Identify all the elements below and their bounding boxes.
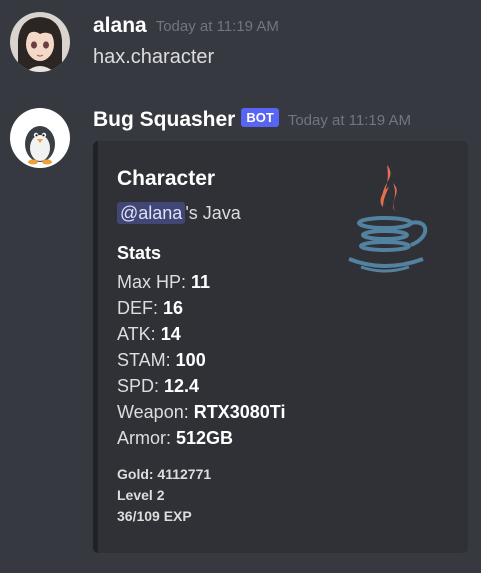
user-mention[interactable]: @alana: [117, 202, 186, 224]
stat-label: STAM:: [117, 350, 176, 370]
stat-value: RTX3080Ti: [193, 402, 286, 422]
stat-value: 12.4: [164, 376, 200, 396]
embed-description: @alana's Java: [117, 202, 241, 224]
stat-max-hp: Max HP: 11: [117, 269, 285, 295]
stat-label: SPD:: [117, 376, 165, 396]
message-content: hax.character: [93, 46, 215, 68]
stats-list: Max HP: 11 DEF: 16 ATK: 14 STAM: 100 SPD…: [117, 269, 285, 451]
stat-label: Armor:: [117, 428, 177, 448]
timestamp: Today at 11:19 AM: [287, 111, 411, 129]
stat-label: DEF:: [117, 298, 164, 318]
avatar[interactable]: [10, 108, 70, 168]
message-header: Bug Squasher BOT Today at 11:19 AM: [93, 107, 411, 132]
stats-title: Stats: [117, 243, 162, 263]
stat-def: DEF: 16: [117, 295, 285, 321]
stat-spd: SPD: 12.4: [117, 373, 285, 399]
stat-value: 16: [163, 298, 184, 318]
exp-line: 36/109 EXP: [117, 508, 192, 524]
message-header: alana Today at 11:19 AM: [93, 14, 279, 38]
stat-value: 11: [191, 272, 211, 292]
timestamp: Today at 11:19 AM: [155, 17, 279, 35]
stat-armor: Armor: 512GB: [117, 425, 285, 451]
gold-line: Gold: 4112771: [117, 466, 212, 482]
stat-value: 100: [175, 350, 206, 370]
stat-label: Weapon:: [117, 402, 194, 422]
java-logo-icon[interactable]: [343, 161, 435, 281]
level-line: Level 2: [117, 487, 165, 503]
embed-footer-lines: Gold: 4112771 Level 2 36/109 EXP: [117, 464, 211, 527]
avatar[interactable]: [10, 12, 70, 72]
stat-weapon: Weapon: RTX3080Ti: [117, 399, 285, 425]
embed-title: Character: [117, 167, 216, 190]
username[interactable]: Bug Squasher: [93, 108, 235, 131]
stat-label: Max HP:: [117, 272, 192, 292]
stat-label: ATK:: [117, 324, 161, 344]
stat-atk: ATK: 14: [117, 321, 285, 347]
username[interactable]: alana: [93, 14, 147, 37]
stat-value: 512GB: [176, 428, 234, 448]
stat-stam: STAM: 100: [117, 347, 285, 373]
mention-suffix: 's Java: [185, 203, 241, 223]
bot-tag: BOT: [241, 107, 279, 127]
embed: Character @alana's Java Stats Max HP: 11…: [93, 141, 468, 553]
stat-value: 14: [160, 324, 181, 344]
